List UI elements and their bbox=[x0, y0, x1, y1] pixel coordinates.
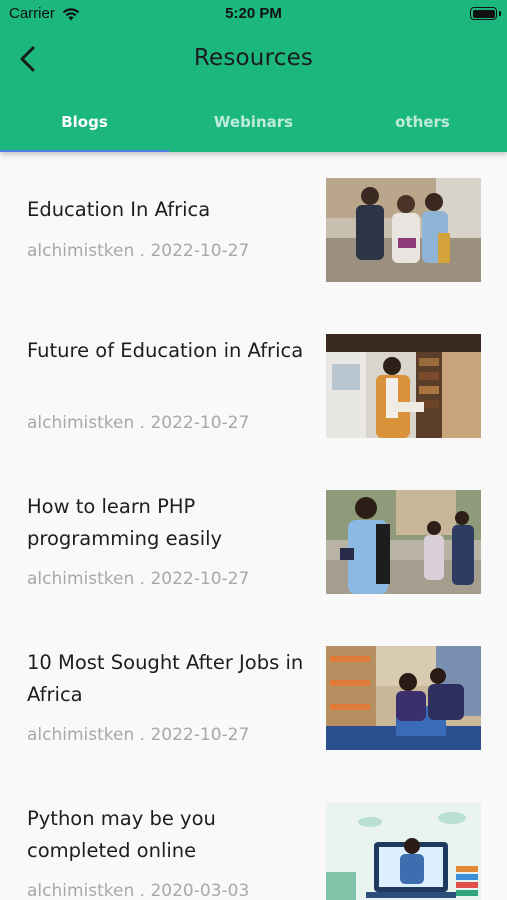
blog-thumbnail[interactable] bbox=[326, 802, 481, 900]
blog-thumbnail[interactable] bbox=[326, 490, 481, 594]
tab-others[interactable]: others bbox=[338, 104, 507, 152]
blog-title: Python may be you completed online bbox=[27, 807, 216, 862]
blog-thumbnail[interactable] bbox=[326, 334, 481, 438]
blog-meta: alchimistken . 2020-03-03 bbox=[27, 881, 250, 900]
clock: 5:20 PM bbox=[225, 5, 282, 22]
blog-card[interactable]: 10 Most Sought After Jobs in Africa alch… bbox=[0, 620, 507, 776]
blog-meta: alchimistken . 2022-10-27 bbox=[27, 725, 250, 745]
blog-card[interactable]: How to learn PHP programming easily alch… bbox=[0, 464, 507, 620]
blog-thumbnail[interactable] bbox=[326, 178, 481, 282]
tab-blogs[interactable]: Blogs bbox=[0, 104, 169, 152]
blog-meta: alchimistken . 2022-10-27 bbox=[27, 569, 250, 589]
blog-card[interactable]: Python may be you completed online alchi… bbox=[0, 776, 507, 900]
blog-thumbnail[interactable] bbox=[326, 646, 481, 750]
app-header: Carrier 5:20 PM Resources Blogs Webinars… bbox=[0, 0, 507, 152]
status-bar: Carrier 5:20 PM bbox=[0, 0, 507, 28]
blog-meta: alchimistken . 2022-10-27 bbox=[27, 241, 250, 261]
blog-title: Future of Education in Africa bbox=[27, 339, 304, 362]
blog-title: Education In Africa bbox=[27, 198, 211, 221]
battery-cap bbox=[499, 11, 501, 16]
tab-bar: Blogs Webinars others bbox=[0, 104, 507, 152]
blog-card[interactable]: Future of Education in Africa alchimistk… bbox=[0, 308, 507, 464]
blog-card[interactable]: Education In Africa alchimistken . 2022-… bbox=[0, 152, 507, 308]
battery-icon bbox=[470, 7, 497, 20]
page-title: Resources bbox=[193, 45, 314, 71]
tab-webinars[interactable]: Webinars bbox=[169, 104, 338, 152]
blog-meta: alchimistken . 2022-10-27 bbox=[27, 413, 250, 433]
blog-list[interactable]: Education In Africa alchimistken . 2022-… bbox=[0, 152, 507, 900]
blog-title: How to learn PHP programming easily bbox=[27, 495, 223, 550]
tab-indicator bbox=[0, 150, 169, 152]
blog-title: 10 Most Sought After Jobs in Africa bbox=[27, 651, 304, 706]
